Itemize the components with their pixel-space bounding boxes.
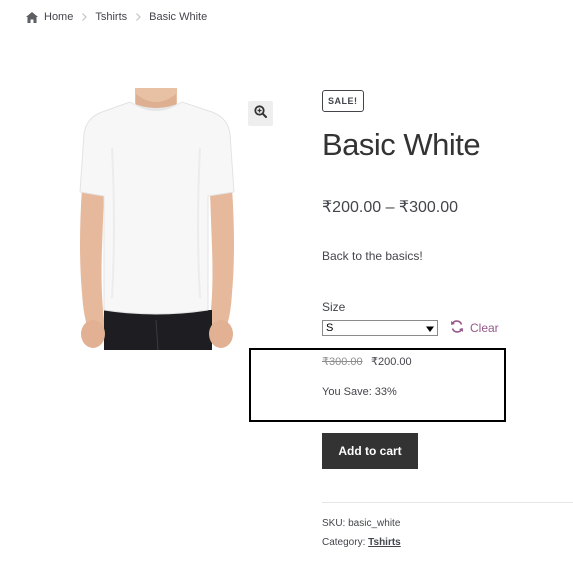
you-save-text: You Save: 33% bbox=[322, 386, 397, 398]
refresh-icon bbox=[450, 320, 464, 336]
size-selected-value: S bbox=[326, 322, 334, 334]
size-label: Size bbox=[322, 300, 346, 314]
zoom-button[interactable] bbox=[248, 101, 273, 126]
breadcrumb-link-tshirts[interactable]: Tshirts bbox=[95, 11, 127, 23]
sale-price: ₹200.00 bbox=[371, 356, 412, 368]
clear-variations-link[interactable]: Clear bbox=[450, 320, 499, 336]
product-title: Basic White bbox=[322, 127, 481, 162]
caret-down-icon bbox=[426, 324, 434, 332]
chevron-right-icon bbox=[133, 12, 143, 22]
sku-label: SKU: bbox=[322, 518, 346, 529]
zoom-in-icon bbox=[254, 104, 267, 123]
home-icon[interactable] bbox=[26, 11, 38, 23]
regular-price: ₹300.00 bbox=[322, 356, 363, 368]
category-meta: Category: Tshirts bbox=[322, 537, 401, 548]
breadcrumb-link-home[interactable]: Home bbox=[44, 11, 73, 23]
breadcrumb-current: Basic White bbox=[149, 11, 208, 23]
short-description: Back to the basics! bbox=[322, 249, 423, 263]
sale-badge: SALE! bbox=[322, 90, 364, 112]
chevron-right-icon bbox=[79, 12, 89, 22]
size-select[interactable]: S bbox=[322, 320, 438, 336]
breadcrumb: Home Tshirts Basic White bbox=[26, 9, 207, 25]
divider bbox=[322, 502, 573, 503]
product-image[interactable] bbox=[72, 88, 242, 351]
price-range: ₹200.00 – ₹300.00 bbox=[322, 199, 459, 216]
category-link-tshirts[interactable]: Tshirts bbox=[368, 537, 401, 548]
category-label: Category: bbox=[322, 537, 366, 548]
add-to-cart-button[interactable]: Add to cart bbox=[322, 433, 418, 469]
clear-label: Clear bbox=[470, 321, 499, 335]
sku-value: basic_white bbox=[348, 518, 401, 529]
sku-meta: SKU: basic_white bbox=[322, 518, 400, 529]
